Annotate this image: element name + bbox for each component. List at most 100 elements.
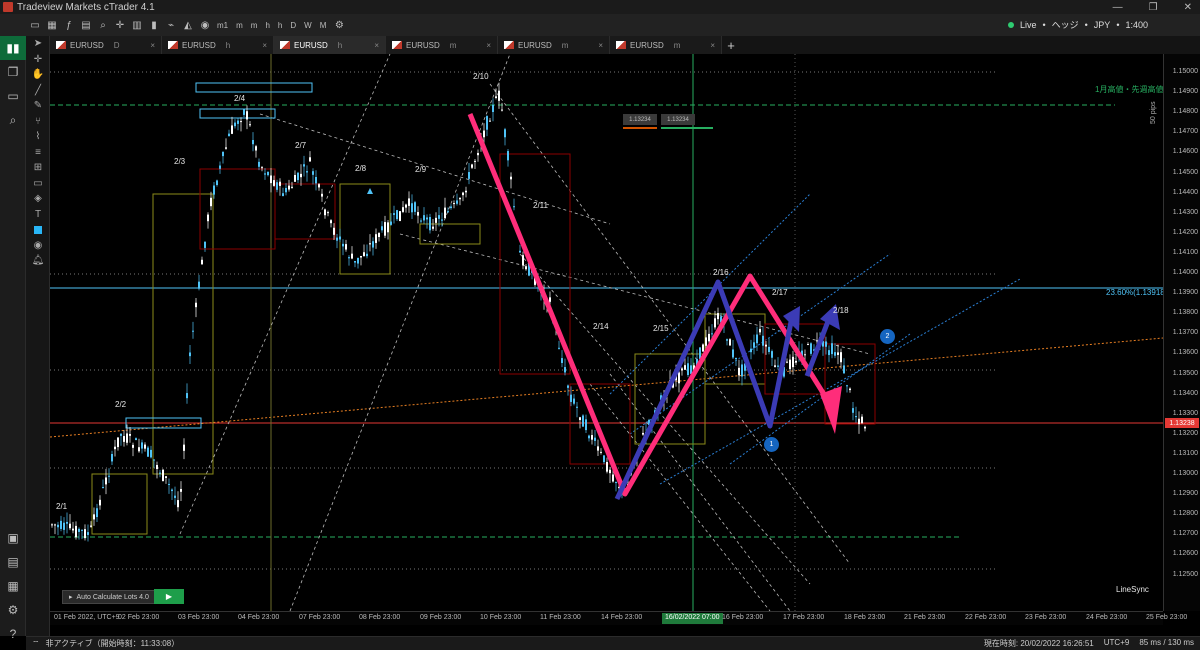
maximize-button[interactable]: ❐	[1149, 2, 1158, 13]
bid-ask-panel[interactable]: 1.13234 1.13234	[623, 114, 713, 129]
crosshair-tool-icon[interactable]: ✛	[26, 52, 50, 68]
hand-icon[interactable]: ✋	[26, 67, 50, 83]
tf-h1[interactable]: h	[265, 21, 269, 30]
settings-icon[interactable]: ⚙	[332, 18, 346, 32]
eye-icon[interactable]: ◉	[198, 18, 212, 32]
tab-1[interactable]: EURUSD h ×	[162, 36, 274, 54]
candle-body	[864, 426, 866, 429]
add-tab-button[interactable]: +	[722, 36, 740, 54]
tf-h4[interactable]: h	[278, 21, 282, 30]
tab-2[interactable]: EURUSD h ×	[274, 36, 386, 54]
tab-4[interactable]: EURUSD m ×	[498, 36, 610, 54]
tf-m15[interactable]: m	[251, 21, 258, 30]
crosshair-icon[interactable]: ✛	[113, 18, 127, 32]
candle-body	[192, 330, 194, 332]
chart-canvas[interactable]: 1.13234 1.13234 1月高値・先週高値 23.60%(1.13918…	[50, 54, 1163, 611]
time-axis[interactable]: 01 Feb 2022, UTC+9 02 Feb 23:00 03 Feb 23:…	[50, 611, 1187, 625]
tf-w1[interactable]: W	[304, 21, 312, 30]
tf-mn[interactable]: M	[320, 21, 327, 30]
candle-body	[99, 499, 101, 506]
date-label-0201: 2/1	[56, 502, 68, 511]
analyze-nav-icon[interactable]: ⌕	[0, 108, 26, 132]
date-label-0202: 2/2	[115, 400, 127, 409]
tab-close-icon[interactable]: ×	[598, 41, 603, 50]
rectangle-icon[interactable]: ▭	[26, 176, 50, 192]
candle-body	[837, 352, 839, 355]
time-tick: 21 Feb 23:00	[904, 614, 946, 621]
color-icon[interactable]	[26, 222, 50, 238]
account-info[interactable]: Live • ヘッジ • JPY • 1:400	[1007, 18, 1148, 31]
candle-body	[390, 221, 392, 225]
tab-0[interactable]: EURUSD D ×	[50, 36, 162, 54]
calendar-icon[interactable]: ▤	[0, 550, 26, 574]
indicator-icon[interactable]: ƒ	[62, 18, 76, 32]
time-tick: 16 Feb 23:00	[722, 614, 764, 621]
tf-m1[interactable]: m1	[217, 21, 228, 30]
candle-body	[582, 415, 584, 427]
minimize-button[interactable]: —	[1113, 2, 1123, 13]
time-tick: 03 Feb 23:00	[178, 614, 220, 621]
tab-close-icon[interactable]: ×	[262, 41, 267, 50]
close-button[interactable]: ✕	[1184, 2, 1192, 13]
trendline-icon[interactable]: ╱	[26, 83, 50, 99]
fork-icon[interactable]: ⑂	[26, 114, 50, 130]
settings-nav-icon[interactable]: ⚙	[0, 598, 26, 622]
grid-icon[interactable]: ▤	[79, 18, 93, 32]
candle-body	[732, 349, 734, 358]
chart-drawing	[50, 54, 1163, 611]
template-icon[interactable]: ▦	[45, 18, 59, 32]
fib-icon[interactable]: ≡	[26, 145, 50, 161]
eye-tool-icon[interactable]: ◉	[26, 238, 50, 254]
tf-m5[interactable]: m	[236, 21, 243, 30]
zone-box	[152, 193, 214, 475]
area-icon[interactable]: ◭	[181, 18, 195, 32]
shapes-icon[interactable]: ⊞	[26, 160, 50, 176]
candle-body	[606, 462, 608, 472]
tab-close-icon[interactable]: ×	[486, 41, 491, 50]
timezone[interactable]: UTC+9	[1104, 638, 1130, 649]
tab-close-icon[interactable]: ×	[374, 41, 379, 50]
bid-price[interactable]: 1.13234	[623, 114, 657, 125]
tab-close-icon[interactable]: ×	[150, 41, 155, 50]
auto-lot-panel[interactable]: ▸ Auto Calculate Lots 4.0	[62, 590, 156, 604]
news-icon[interactable]: ▦	[0, 574, 26, 598]
marker-1[interactable]: 1	[764, 437, 779, 452]
candle-body	[96, 508, 98, 518]
trade-nav-icon[interactable]: ▮▮	[0, 36, 26, 60]
current-price-badge: 1.13238	[1165, 418, 1199, 428]
candle-body	[603, 455, 605, 463]
candle-body	[522, 255, 524, 266]
candle-body	[762, 335, 764, 346]
brush-icon[interactable]: ⌇	[26, 129, 50, 145]
account-currency: JPY	[1093, 19, 1111, 30]
candle-body	[126, 433, 128, 443]
cursor-icon[interactable]: ➤	[26, 36, 50, 52]
marker-icon[interactable]: ◈	[26, 191, 50, 207]
marker-2[interactable]: 2	[880, 329, 895, 344]
line-icon[interactable]: ⌁	[164, 18, 178, 32]
automate-nav-icon[interactable]: ▭	[0, 84, 26, 108]
play-button[interactable]: ▶	[154, 589, 184, 604]
text-icon[interactable]: T	[26, 207, 50, 223]
zoom-icon[interactable]: ⌕	[96, 18, 110, 32]
time-tick: 17 Feb 23:00	[783, 614, 825, 621]
bar-icon[interactable]: ▮	[147, 18, 161, 32]
price-tick: 1.15000	[1172, 68, 1198, 75]
bell-icon[interactable]: 🔔︎	[26, 253, 50, 269]
ask-price[interactable]: 1.13234	[661, 114, 695, 125]
candle-body	[774, 365, 776, 367]
candle-body	[168, 483, 170, 485]
price-axis[interactable]: 1.15000 1.14900 1.14800 1.14700 1.14600 1.145…	[1163, 54, 1200, 611]
new-chart-icon[interactable]: ▭	[28, 18, 42, 32]
candle-body	[858, 418, 860, 425]
tab-5[interactable]: EURUSD m ×	[610, 36, 722, 54]
tab-3[interactable]: EURUSD m ×	[386, 36, 498, 54]
briefcase-icon[interactable]: ▣	[0, 526, 26, 550]
tf-d1[interactable]: D	[290, 21, 296, 30]
tab-close-icon[interactable]: ×	[710, 41, 715, 50]
help-icon[interactable]: ?	[0, 622, 26, 646]
pencil-icon[interactable]: ✎	[26, 98, 50, 114]
copy-nav-icon[interactable]: ❐	[0, 60, 26, 84]
candle-body	[84, 529, 86, 539]
candle-icon[interactable]: ▥	[130, 18, 144, 32]
